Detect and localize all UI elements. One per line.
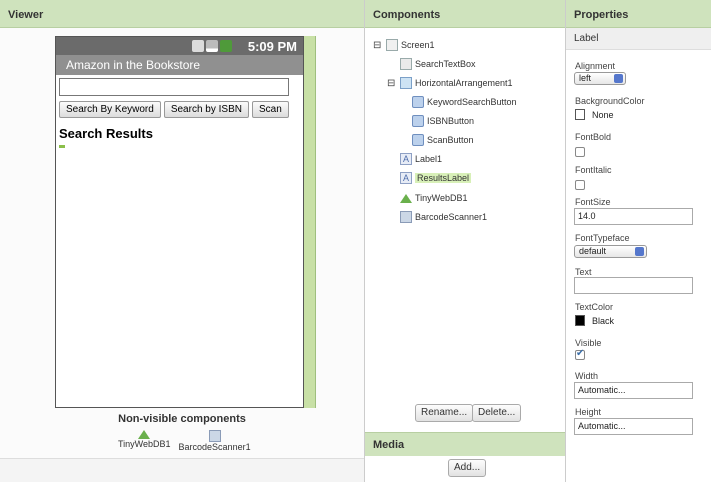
bgcolor-value[interactable]: None [592, 110, 614, 120]
phone-preview: 5:09 PM Amazon in the Bookstore Search B… [55, 36, 304, 408]
results-label[interactable]: Search Results [59, 126, 153, 141]
delete-button[interactable]: Delete... [472, 404, 522, 422]
tree-tinywebdb[interactable]: TinyWebDB1 [400, 191, 468, 205]
nonvisible-barcode[interactable]: BarcodeScanner1 [179, 430, 251, 452]
tree-harr[interactable]: ⊟ HorizontalArrangement1 [387, 76, 513, 90]
button-icon [412, 115, 424, 127]
tree-barcodescanner[interactable]: BarcodeScanner1 [400, 210, 487, 224]
rename-button[interactable]: Rename... [415, 404, 474, 422]
collapse-icon[interactable]: ⊟ [373, 40, 383, 51]
nonvisible-tinydb-label: TinyWebDB1 [118, 439, 171, 449]
textcolor-value[interactable]: Black [592, 316, 614, 326]
screen-icon [386, 39, 398, 51]
signal-icon [206, 40, 218, 52]
properties-header: Properties [566, 0, 711, 28]
textcolor-swatch[interactable] [575, 315, 585, 326]
height-input[interactable]: Automatic... [574, 418, 693, 435]
visible-checkbox[interactable] [575, 348, 585, 360]
fonttypeface-label: FontTypeface [575, 233, 630, 243]
collapse-icon[interactable]: ⊟ [387, 78, 397, 89]
properties-component-name: Label [566, 28, 711, 50]
fontsize-label: FontSize [575, 197, 611, 207]
barcode-icon [400, 211, 412, 223]
keyword-search-button[interactable]: Search By Keyword [59, 101, 161, 118]
app-inventor-designer: Viewer 5:09 PM Amazon in the Bookstore S… [0, 0, 711, 482]
tree-searchtextbox[interactable]: SearchTextBox [400, 57, 476, 71]
search-textbox[interactable] [59, 78, 289, 96]
label1-marker[interactable] [59, 145, 65, 148]
screen-title: Amazon in the Bookstore [56, 55, 303, 75]
visible-label: Visible [575, 338, 602, 348]
status-icons [192, 40, 232, 52]
nonvisible-title: Non-visible components [118, 413, 246, 425]
text-input[interactable] [574, 277, 693, 294]
fontbold-label: FontBold [575, 132, 612, 142]
button-icon [412, 96, 424, 108]
width-input[interactable]: Automatic... [574, 382, 693, 399]
textcolor-label: TextColor [575, 302, 614, 312]
barcode-icon [208, 430, 221, 442]
viewer-header: Viewer [0, 0, 364, 28]
tree-label1[interactable]: A Label1 [400, 152, 442, 166]
button-icon [412, 134, 424, 146]
fonttypeface-select[interactable]: default [574, 245, 647, 258]
components-header: Components [365, 0, 565, 28]
fontsize-input[interactable]: 14.0 [574, 208, 693, 225]
label-icon: A [400, 172, 412, 184]
chevron-down-icon [635, 247, 644, 256]
notification-icon [192, 40, 204, 52]
alignment-label: Alignment [575, 61, 616, 71]
viewer-footer [0, 458, 364, 482]
fontbold-checkbox[interactable] [575, 147, 585, 157]
tree-keyword-button[interactable]: KeywordSearchButton [412, 95, 517, 109]
textbox-icon [400, 58, 412, 70]
isbn-search-button[interactable]: Search by ISBN [163, 101, 249, 118]
width-label: Width [575, 371, 599, 381]
status-bar: 5:09 PM [56, 37, 303, 55]
tinydb-icon [138, 430, 151, 439]
clock: 5:09 PM [247, 39, 297, 54]
horizontal-arrangement: Search By Keyword Search by ISBN Scan [56, 101, 303, 119]
tree-screen1[interactable]: ⊟ Screen1 [373, 38, 435, 52]
media-header: Media [365, 432, 565, 456]
chevron-down-icon [614, 74, 623, 83]
media-panel: Add... [365, 456, 565, 482]
phone-scroll-rail [304, 36, 316, 408]
tinydb-icon [400, 193, 412, 203]
arrangement-icon [400, 77, 412, 89]
tree-scan-button[interactable]: ScanButton [412, 133, 474, 147]
height-label: Height [575, 407, 602, 417]
text-label: Text [575, 267, 592, 277]
battery-icon [220, 40, 232, 52]
label-icon: A [400, 153, 412, 165]
fontitalic-checkbox[interactable] [575, 180, 585, 190]
add-media-button[interactable]: Add... [448, 459, 487, 477]
bgcolor-label: BackgroundColor [575, 96, 645, 106]
nonvisible-list: TinyWebDB1 BarcodeScanner1 [118, 430, 251, 452]
tree-isbn-button[interactable]: ISBNButton [412, 114, 474, 128]
alignment-select[interactable]: left [574, 72, 626, 85]
nonvisible-tinydb[interactable]: TinyWebDB1 [118, 430, 171, 452]
bgcolor-swatch[interactable] [575, 109, 585, 120]
tree-resultslabel[interactable]: A ResultsLabel [400, 171, 472, 185]
fontitalic-label: FontItalic [575, 165, 612, 175]
scan-button[interactable]: Scan [251, 101, 289, 118]
nonvisible-barcode-label: BarcodeScanner1 [178, 442, 251, 452]
components-panel: ⊟ Screen1 SearchTextBox ⊟ HorizontalArra… [365, 28, 565, 430]
